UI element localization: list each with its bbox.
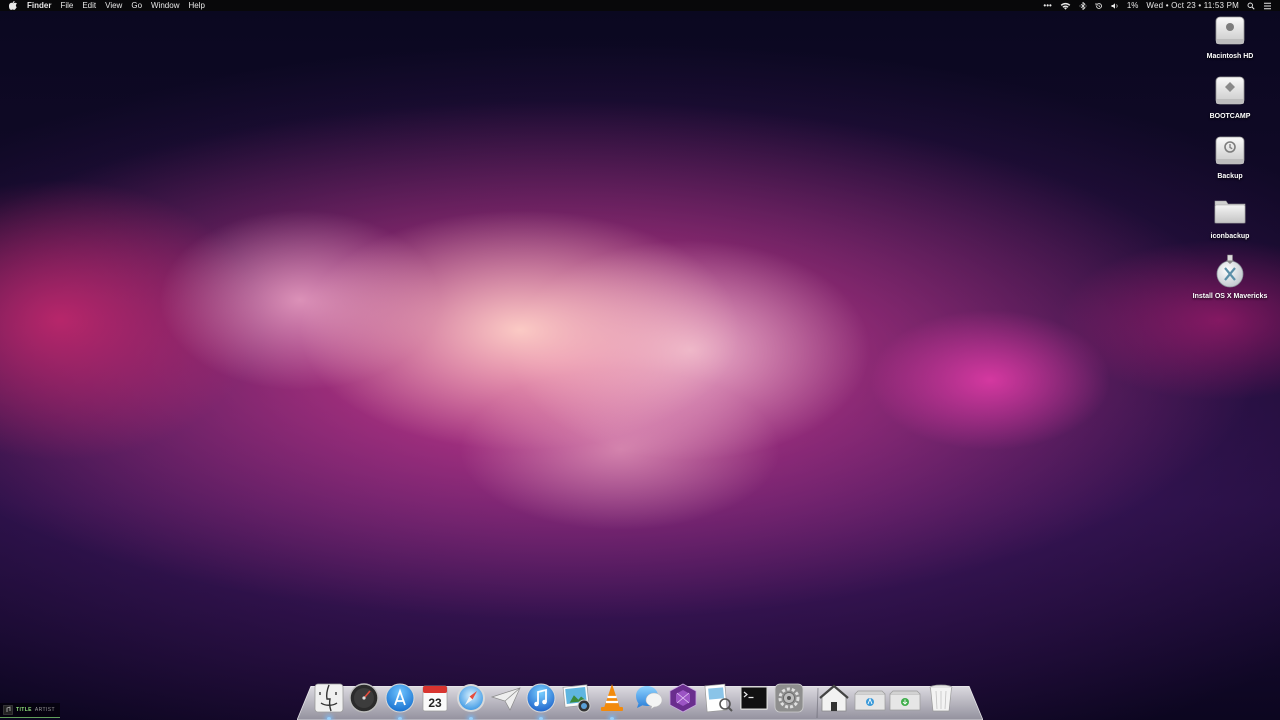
menu-window[interactable]: Window xyxy=(151,0,179,11)
desktop-item-label: iconbackup xyxy=(1210,233,1250,240)
desktop-item-macintosh-hd[interactable]: Macintosh HD xyxy=(1180,14,1280,70)
menu-bar-clock[interactable]: Wed • Oct 23 • 11:53 PM xyxy=(1146,0,1239,11)
bootcamp-drive-icon xyxy=(1215,76,1245,105)
applications-stack-icon xyxy=(854,690,886,711)
os-x-installer-icon xyxy=(1216,254,1244,288)
desktop-item-label: Backup xyxy=(1217,173,1243,180)
dock-item-home-folder[interactable] xyxy=(818,682,850,714)
iphoto-icon xyxy=(562,684,591,713)
vlc-icon xyxy=(601,684,624,711)
menu-app-finder[interactable]: Finder xyxy=(27,0,51,11)
safari-icon xyxy=(456,684,485,712)
desktop-item-backup[interactable]: Backup xyxy=(1180,134,1280,190)
desktop-item-bootcamp[interactable]: BOOTCAMP xyxy=(1180,74,1280,130)
menu-help[interactable]: Help xyxy=(188,0,204,11)
dock: 23 xyxy=(313,676,973,720)
desktop-item-label: Install OS X Mavericks xyxy=(1192,293,1268,300)
purple-app-icon xyxy=(669,683,697,713)
menu-go[interactable]: Go xyxy=(131,0,142,11)
dock-item-itunes[interactable] xyxy=(525,682,557,720)
notification-center-icon[interactable] xyxy=(1263,2,1272,10)
dock-item-system-preferences[interactable] xyxy=(773,682,805,714)
dock-item-trash[interactable] xyxy=(925,682,957,714)
battery-status[interactable]: 1% xyxy=(1127,0,1139,11)
app-store-icon xyxy=(385,683,415,713)
terminal-icon xyxy=(739,686,768,710)
desktop-item-iconbackup[interactable]: iconbackup xyxy=(1180,194,1280,250)
dashboard-icon xyxy=(349,683,380,713)
dock-item-preview[interactable] xyxy=(702,682,734,714)
menu-view[interactable]: View xyxy=(105,0,122,11)
time-machine-icon[interactable] xyxy=(1095,2,1103,10)
dock-item-downloads-stack[interactable] xyxy=(889,682,921,714)
mail-icon xyxy=(490,687,521,711)
home-folder-icon xyxy=(819,684,850,712)
calendar-icon: 23 xyxy=(422,685,448,712)
now-playing-widget[interactable]: TITLE ARTIST xyxy=(0,703,60,718)
dock-item-calendar[interactable]: 23 xyxy=(419,682,451,714)
calendar-date: 23 xyxy=(428,696,442,710)
now-playing-artist: ARTIST xyxy=(34,707,55,713)
desktop-item-install-os-x-mavericks[interactable]: Install OS X Mavericks xyxy=(1180,254,1280,310)
volume-icon[interactable] xyxy=(1111,2,1119,10)
desktop-item-label: Macintosh HD xyxy=(1206,53,1254,60)
menu-edit[interactable]: Edit xyxy=(82,0,96,11)
music-note-icon xyxy=(3,705,13,715)
apple-menu-icon[interactable] xyxy=(9,1,17,10)
downloads-stack-icon xyxy=(889,690,921,711)
dock-item-safari[interactable] xyxy=(455,682,487,720)
spotlight-search-icon[interactable] xyxy=(1247,2,1255,10)
messages-icon xyxy=(635,686,662,710)
folder-icon xyxy=(1214,200,1246,224)
hard-drive-icon xyxy=(1215,16,1245,45)
desktop-wallpaper xyxy=(0,0,1280,720)
overflow-menu-extra[interactable]: ••• xyxy=(1043,0,1051,11)
finder-icon xyxy=(314,683,344,713)
preview-icon xyxy=(704,683,734,713)
desktop-item-label: BOOTCAMP xyxy=(1209,113,1251,120)
dock-item-app-store[interactable] xyxy=(384,682,416,720)
system-preferences-icon xyxy=(774,683,804,713)
dock-item-messages[interactable] xyxy=(632,682,664,714)
dock-separator xyxy=(808,684,812,714)
wifi-icon[interactable] xyxy=(1060,2,1071,10)
dock-item-vlc[interactable] xyxy=(596,682,628,720)
dock-item-applications-stack[interactable] xyxy=(854,682,886,714)
trash-icon xyxy=(929,684,952,712)
menu-bar: Finder File Edit View Go Window Help ••• xyxy=(0,0,1280,11)
dock-item-mail[interactable] xyxy=(490,682,522,714)
time-machine-drive-icon xyxy=(1215,136,1245,165)
bluetooth-icon[interactable] xyxy=(1079,1,1087,10)
dock-item-finder[interactable] xyxy=(313,682,345,720)
menu-file[interactable]: File xyxy=(60,0,73,11)
dock-item-terminal[interactable] xyxy=(738,682,770,714)
dock-item-purple-app[interactable] xyxy=(667,682,699,714)
dock-item-iphoto[interactable] xyxy=(561,682,593,714)
itunes-icon xyxy=(526,683,556,713)
dock-item-dashboard[interactable] xyxy=(348,682,380,714)
now-playing-title: TITLE xyxy=(16,707,32,713)
menu-bar-status-area: ••• 1% Wed • Oct 23 • 11:53 PM xyxy=(1035,0,1272,11)
